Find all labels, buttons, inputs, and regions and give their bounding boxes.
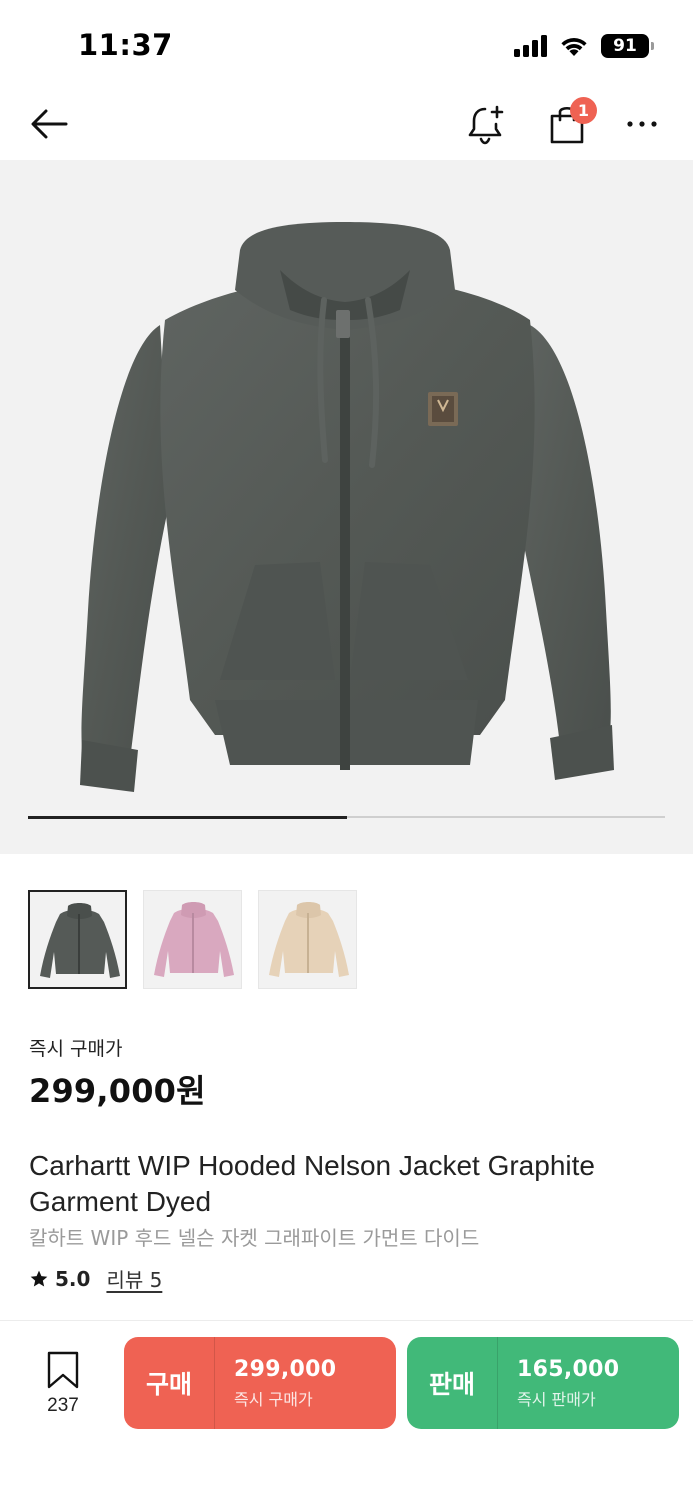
thumbnail-pink-image [154, 902, 234, 977]
price-value: 299,000원 [29, 1072, 206, 1110]
carousel-progress [28, 815, 665, 819]
status-icons: 91 [514, 32, 654, 60]
sell-button-label: 판매 [407, 1337, 498, 1429]
sell-button-info: 165,000 즉시 판매가 [498, 1337, 679, 1429]
sell-button-sub: 즉시 판매가 [517, 1389, 596, 1409]
buy-button-label: 구매 [124, 1337, 215, 1429]
bottom-action-bar: 237 구매 299,000 즉시 구매가 판매 165,000 즉시 판매가 [0, 1320, 693, 1500]
price-label: 즉시 구매가 [29, 1038, 123, 1060]
product-title-en: Carhartt WIP Hooded Nelson Jacket Graphi… [29, 1150, 595, 1217]
rating-row: 5.0 리뷰 5 [29, 1264, 162, 1293]
sell-button[interactable]: 판매 165,000 즉시 판매가 [407, 1337, 679, 1429]
bookmark-button[interactable]: 237 [38, 1351, 88, 1421]
product-image-carousel[interactable] [0, 160, 693, 854]
hoodie-image [80, 222, 614, 792]
buy-button-price: 299,000 [234, 1356, 337, 1382]
review-link[interactable]: 리뷰 5 [106, 1264, 162, 1293]
battery-icon: 91 [601, 34, 654, 58]
bell-plus-icon[interactable] [466, 102, 508, 146]
rating-value: 5.0 [55, 1266, 91, 1291]
signal-icon [514, 35, 547, 57]
star-icon [30, 1270, 48, 1286]
bookmark-count: 237 [47, 1395, 79, 1416]
product-title-ko: 칼하트 WIP 후드 넬슨 자켓 그래파이트 가먼트 다이드 [29, 1226, 480, 1250]
thumbnail-pink[interactable] [143, 890, 242, 989]
more-icon[interactable] [622, 110, 662, 138]
carousel-progress-fill [28, 815, 347, 819]
buy-button[interactable]: 구매 299,000 즉시 구매가 [124, 1337, 396, 1429]
thumbnail-beige[interactable] [258, 890, 357, 989]
thumbnail-graphite[interactable] [28, 890, 127, 989]
cart-badge: 1 [570, 97, 597, 124]
bookmark-icon [47, 1351, 79, 1389]
thumbnail-beige-image [269, 902, 349, 977]
thumbnail-graphite-image [40, 903, 120, 978]
buy-button-sub: 즉시 구매가 [234, 1389, 313, 1409]
status-time: 11:37 [78, 28, 173, 62]
wifi-icon [561, 38, 587, 56]
buy-button-info: 299,000 즉시 구매가 [215, 1337, 396, 1429]
color-thumbnails [28, 890, 357, 989]
back-arrow-icon[interactable] [28, 102, 72, 146]
sell-button-price: 165,000 [517, 1356, 620, 1382]
status-bar: 11:37 91 [0, 0, 693, 90]
